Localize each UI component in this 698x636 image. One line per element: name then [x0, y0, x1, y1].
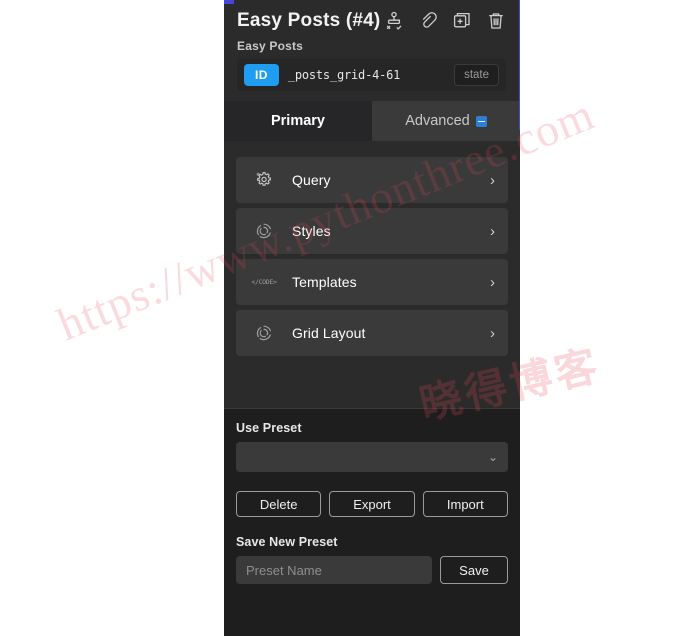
tab-advanced[interactable]: Advanced	[372, 101, 520, 141]
trash-icon[interactable]	[486, 11, 506, 31]
delete-preset-button[interactable]: Delete	[236, 491, 322, 517]
use-preset-label: Use Preset	[236, 421, 302, 435]
preset-select[interactable]: ⌄	[236, 442, 508, 472]
page-title: Easy Posts (#4)	[237, 10, 381, 31]
gear-icon	[236, 171, 292, 189]
settings-row-templates[interactable]: </CODE> Templates ›	[236, 259, 508, 305]
duplicate-icon[interactable]	[452, 11, 472, 31]
link-icon[interactable]	[418, 11, 438, 31]
tab-primary[interactable]: Primary	[224, 101, 372, 141]
settings-row-grid-layout[interactable]: Grid Layout ›	[236, 310, 508, 356]
save-new-preset-label: Save New Preset	[236, 535, 338, 549]
panel-right-edge-accent	[519, 0, 520, 130]
chevron-right-icon: ›	[490, 324, 495, 342]
settings-row-label: Templates	[292, 274, 357, 290]
settings-row-label: Styles	[292, 223, 331, 239]
tab-primary-label: Primary	[270, 113, 325, 129]
panel-header: Easy Posts (#4) Easy Posts ID _posts_gri…	[224, 0, 520, 91]
tab-advanced-label: Advanced	[405, 113, 470, 129]
tab-advanced-badge-icon	[475, 115, 487, 127]
settings-row-query[interactable]: Query ›	[236, 157, 508, 203]
preset-button-row: Delete Export Import	[236, 491, 508, 517]
code-icon: </CODE>	[236, 278, 292, 286]
save-preset-section: Save New Preset Save	[236, 535, 508, 584]
chevron-right-icon: ›	[490, 222, 495, 240]
element-id-bar: ID _posts_grid-4-61 state	[237, 59, 506, 91]
chevron-down-icon: ⌄	[487, 450, 498, 464]
export-preset-button[interactable]: Export	[329, 491, 415, 517]
panel-subtitle: Easy Posts	[237, 39, 304, 53]
state-badge[interactable]: state	[454, 64, 499, 86]
panel-topleft-accent	[224, 0, 234, 4]
chevron-right-icon: ›	[490, 171, 495, 189]
preset-footer: Use Preset ⌄ Delete Export Import Save N…	[224, 409, 520, 636]
panel-header-row: Easy Posts (#4)	[237, 10, 506, 32]
spinner-icon	[236, 222, 292, 240]
sitemap-icon[interactable]	[384, 11, 404, 31]
settings-row-label: Query	[292, 172, 331, 188]
save-preset-row: Save	[236, 556, 508, 584]
settings-row-label: Grid Layout	[292, 325, 366, 341]
id-chip: ID	[244, 64, 279, 86]
tab-bar: Primary Advanced	[224, 101, 520, 141]
easy-posts-panel: Easy Posts (#4) Easy Posts ID _posts_gri…	[224, 0, 520, 636]
header-icon-group	[384, 11, 506, 31]
chevron-right-icon: ›	[490, 273, 495, 291]
element-id-value[interactable]: _posts_grid-4-61	[288, 68, 445, 82]
import-preset-button[interactable]: Import	[422, 491, 508, 517]
preset-name-input[interactable]	[236, 556, 432, 584]
spinner-icon	[236, 324, 292, 342]
settings-row-styles[interactable]: Styles ›	[236, 208, 508, 254]
settings-section-list: Query › Styles › </CODE> Templates › Gri…	[224, 141, 520, 408]
save-preset-button[interactable]: Save	[440, 556, 508, 584]
code-icon-text: </CODE>	[251, 278, 277, 286]
